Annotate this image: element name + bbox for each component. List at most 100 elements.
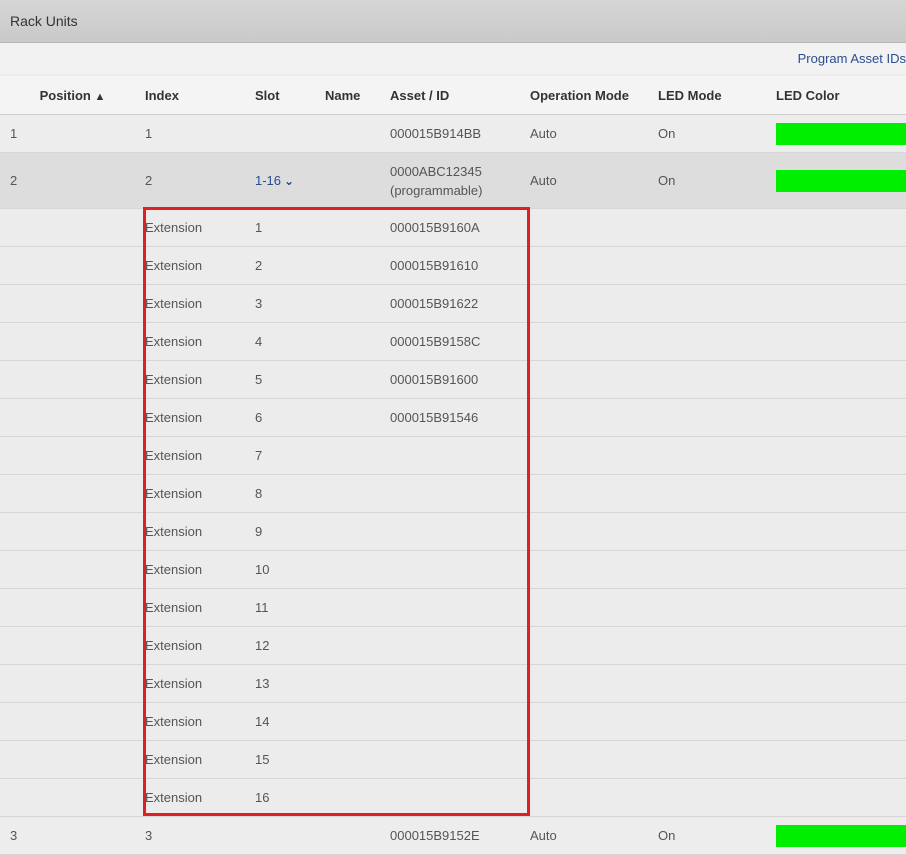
- led-mode-cell: On: [658, 114, 776, 153]
- column-header-index[interactable]: Index: [145, 76, 255, 115]
- operation-mode-cell: [530, 512, 658, 551]
- slot-expand-toggle[interactable]: 1-16 ⌄: [255, 173, 294, 188]
- name-cell: [325, 816, 390, 855]
- extension-label-cell: Extension: [145, 778, 255, 817]
- column-header-asset-id[interactable]: Asset / ID: [390, 76, 530, 115]
- extension-row[interactable]: Extension 14: [0, 702, 906, 741]
- position-cell: [0, 246, 145, 285]
- panel-titlebar: Rack Units: [0, 0, 906, 43]
- column-header-slot[interactable]: Slot: [255, 76, 325, 115]
- led-mode-cell: [658, 284, 776, 323]
- slot-cell: 2: [255, 246, 325, 285]
- table-row[interactable]: 3 3 000015B9152E Auto On: [0, 816, 906, 855]
- led-mode-cell: [658, 322, 776, 361]
- led-color-cell: [776, 398, 906, 437]
- asset-id-value: 0000ABC12345: [390, 163, 482, 179]
- name-cell: [325, 360, 390, 399]
- extension-row[interactable]: Extension 11: [0, 588, 906, 627]
- extension-label-cell: Extension: [145, 588, 255, 627]
- operation-mode-cell: [530, 322, 658, 361]
- column-header-operation-mode[interactable]: Operation Mode: [530, 76, 658, 115]
- name-cell: [325, 588, 390, 627]
- led-mode-cell: [658, 512, 776, 551]
- name-cell: [325, 322, 390, 361]
- extension-row[interactable]: Extension 2 000015B91610: [0, 246, 906, 285]
- column-header-position[interactable]: Position ▲: [0, 76, 145, 115]
- extension-row[interactable]: Extension 3 000015B91622: [0, 284, 906, 323]
- slot-range-label: 1-16: [255, 173, 282, 188]
- panel-toolbar: Program Asset IDs: [0, 43, 906, 74]
- extension-row[interactable]: Extension 8: [0, 474, 906, 513]
- extension-row[interactable]: Extension 16: [0, 778, 906, 817]
- position-cell: [0, 284, 145, 323]
- table-row[interactable]: 1 1 000015B914BB Auto On: [0, 114, 906, 153]
- slot-cell: 9: [255, 512, 325, 551]
- led-mode-cell: [658, 626, 776, 665]
- name-cell: [325, 512, 390, 551]
- led-mode-cell: [658, 436, 776, 475]
- extension-row[interactable]: Extension 6 000015B91546: [0, 398, 906, 437]
- slot-cell: 1: [255, 208, 325, 247]
- name-cell: [325, 664, 390, 703]
- slot-cell: 14: [255, 702, 325, 741]
- extension-row[interactable]: Extension 10: [0, 550, 906, 589]
- program-asset-ids-link[interactable]: Program Asset IDs: [798, 51, 906, 66]
- name-cell: [325, 550, 390, 589]
- asset-id-cell: [390, 474, 530, 513]
- column-header-name[interactable]: Name: [325, 76, 390, 115]
- led-color-swatch: [776, 169, 906, 192]
- table-header-row: Position ▲ Index Slot Name Asset / ID Op…: [0, 76, 906, 115]
- name-cell: [325, 740, 390, 779]
- slot-cell: 5: [255, 360, 325, 399]
- position-cell: [0, 208, 145, 247]
- operation-mode-cell: Auto: [530, 152, 658, 209]
- extension-row[interactable]: Extension 12: [0, 626, 906, 665]
- column-header-led-color[interactable]: LED Color: [776, 76, 906, 115]
- extension-row[interactable]: Extension 4 000015B9158C: [0, 322, 906, 361]
- extension-label-cell: Extension: [145, 398, 255, 437]
- position-cell: [0, 702, 145, 741]
- operation-mode-cell: [530, 778, 658, 817]
- slot-cell: 15: [255, 740, 325, 779]
- asset-id-cell: 000015B914BB: [390, 114, 530, 153]
- extension-label-cell: Extension: [145, 664, 255, 703]
- asset-id-cell: 000015B91622: [390, 284, 530, 323]
- position-cell: [0, 664, 145, 703]
- led-mode-cell: [658, 208, 776, 247]
- led-color-swatch: [776, 122, 906, 145]
- asset-id-cell: [390, 588, 530, 627]
- led-color-cell: [776, 626, 906, 665]
- name-cell: [325, 152, 390, 209]
- led-color-cell: [776, 284, 906, 323]
- name-cell: [325, 474, 390, 513]
- slot-cell: 10: [255, 550, 325, 589]
- asset-id-cell: [390, 626, 530, 665]
- led-color-cell: [776, 208, 906, 247]
- position-cell: [0, 436, 145, 475]
- led-color-cell: [776, 512, 906, 551]
- led-color-swatch: [776, 824, 906, 847]
- led-color-cell: [776, 114, 906, 153]
- led-color-cell: [776, 664, 906, 703]
- rack-units-table: Position ▲ Index Slot Name Asset / ID Op…: [0, 76, 906, 855]
- extension-row[interactable]: Extension 15: [0, 740, 906, 779]
- position-cell: [0, 626, 145, 665]
- asset-id-cell: [390, 550, 530, 589]
- extension-row[interactable]: Extension 5 000015B91600: [0, 360, 906, 399]
- led-color-cell: [776, 322, 906, 361]
- name-cell: [325, 778, 390, 817]
- extension-row[interactable]: Extension 13: [0, 664, 906, 703]
- extension-row[interactable]: Extension 7: [0, 436, 906, 475]
- table-row[interactable]: 2 2 1-16 ⌄ 0000ABC12345 (programmable) Au…: [0, 152, 906, 209]
- led-color-cell: [776, 588, 906, 627]
- led-color-cell: [776, 474, 906, 513]
- column-header-led-mode[interactable]: LED Mode: [658, 76, 776, 115]
- extension-row[interactable]: Extension 9: [0, 512, 906, 551]
- extension-label-cell: Extension: [145, 322, 255, 361]
- asset-id-cell: 000015B9158C: [390, 322, 530, 361]
- extension-row[interactable]: Extension 1 000015B9160A: [0, 208, 906, 247]
- slot-cell: 13: [255, 664, 325, 703]
- led-mode-cell: [658, 588, 776, 627]
- led-color-cell: [776, 360, 906, 399]
- led-color-cell: [776, 816, 906, 855]
